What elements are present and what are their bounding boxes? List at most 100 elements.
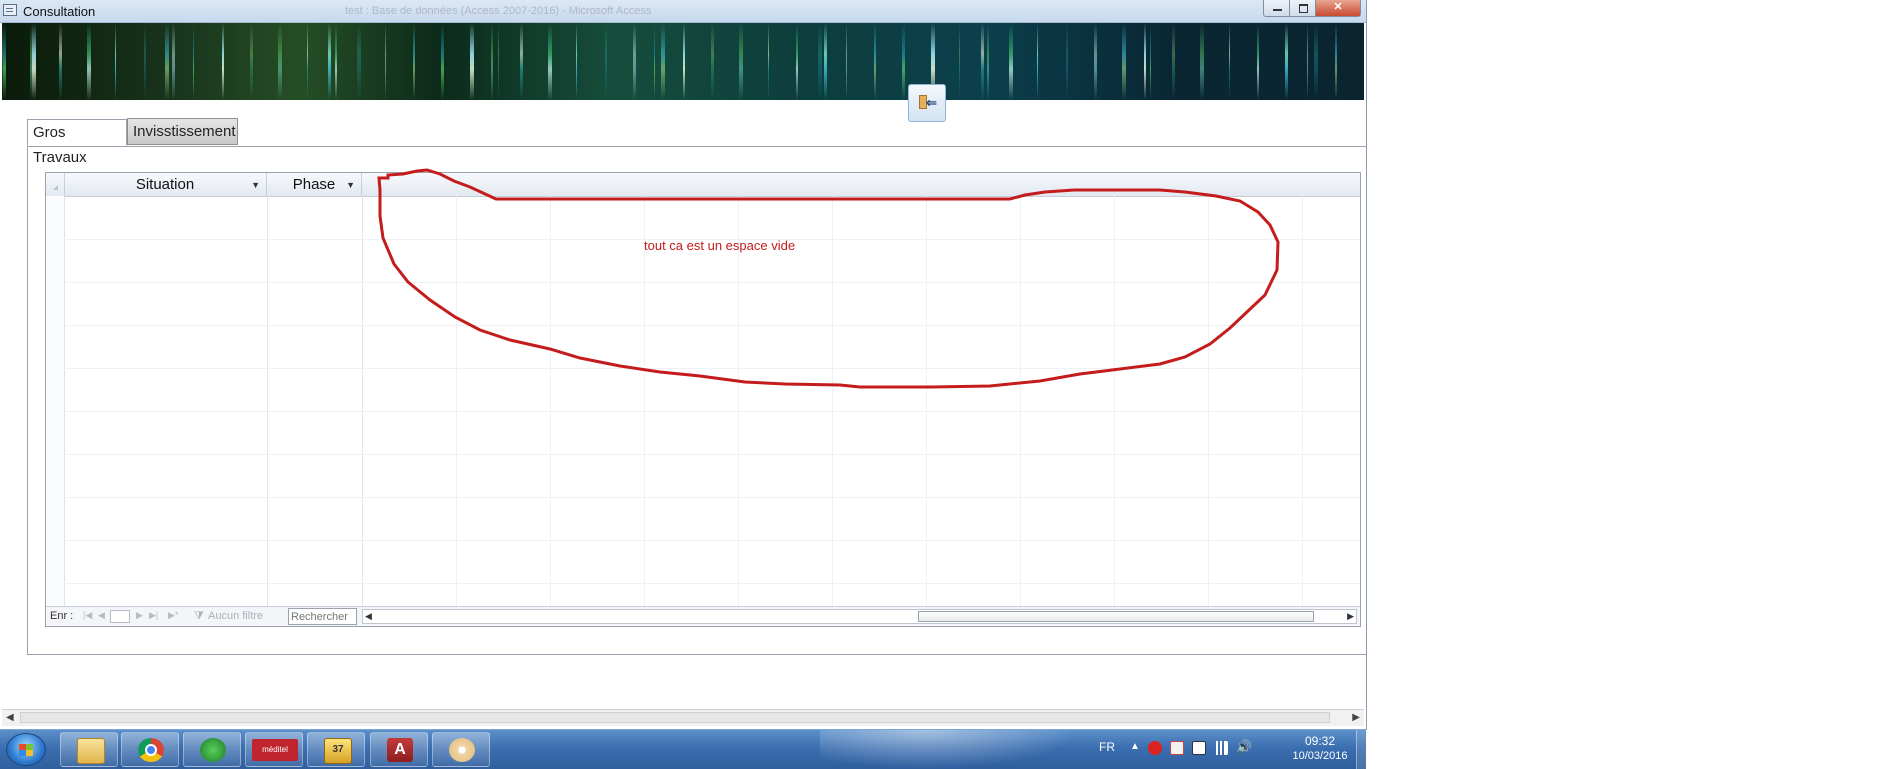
window-horizontal-scrollbar[interactable]: ◀ ▶: [2, 709, 1364, 726]
grid-column-line: [738, 196, 739, 606]
network-icon[interactable]: [1214, 741, 1228, 755]
taskbar-download-manager[interactable]: [183, 732, 241, 767]
record-selector-column[interactable]: [46, 196, 65, 606]
banner-streak: [661, 23, 666, 100]
taskbar-paint[interactable]: [432, 732, 490, 767]
banner-streak: [3, 23, 7, 100]
grid-row-line: [64, 454, 1360, 455]
banner-streak: [519, 23, 523, 100]
tab-gros-travaux[interactable]: Gros Travaux: [27, 119, 127, 166]
banner-streak: [987, 23, 990, 100]
taskbar-calendar[interactable]: 37: [307, 732, 365, 767]
column-header-phase[interactable]: Phase ▼: [267, 173, 362, 196]
current-record-field[interactable]: [110, 610, 130, 623]
minimize-button[interactable]: [1263, 0, 1290, 17]
banner-streak: [682, 23, 685, 100]
banner-streak: [115, 23, 117, 100]
last-record-icon[interactable]: ▶|: [149, 610, 158, 621]
start-button[interactable]: [6, 733, 46, 766]
banner-streak: [165, 23, 170, 100]
clock-time[interactable]: 09:32: [1290, 734, 1350, 748]
banner-streak: [1150, 23, 1152, 100]
taskbar-windows-explorer[interactable]: [60, 732, 118, 767]
grid-row-line: [64, 583, 1360, 584]
banner-streak: [469, 23, 474, 100]
window-subtitle: test : Base de données (Access 2007-2016…: [345, 5, 652, 17]
banner-streak: [959, 23, 960, 100]
scroll-right-icon[interactable]: ▶: [1352, 712, 1360, 723]
grid-column-line: [644, 196, 645, 606]
taskbar-mediatel[interactable]: méditel: [245, 732, 303, 767]
calendar-icon: 37: [324, 738, 352, 764]
column-header-situation[interactable]: Situation ▼: [64, 173, 267, 196]
banner-streak: [1313, 23, 1318, 100]
exit-button[interactable]: ⇐: [908, 84, 946, 122]
dropdown-arrow-icon[interactable]: ▼: [251, 174, 260, 197]
banner-streak: [1335, 23, 1338, 100]
banner-streak: [193, 23, 195, 100]
datasheet-body[interactable]: [46, 196, 1360, 606]
scrollbar-thumb[interactable]: [20, 712, 1330, 723]
clock-date[interactable]: 10/03/2016: [1276, 750, 1364, 762]
filter-status[interactable]: Aucun filtre: [208, 610, 263, 622]
window-title: Consultation: [23, 4, 96, 19]
banner-streak: [874, 23, 877, 100]
banner-streak: [491, 23, 494, 100]
banner-streak: [604, 23, 607, 100]
search-input[interactable]: [288, 608, 357, 625]
select-all-button[interactable]: [46, 173, 65, 196]
form-icon: [3, 4, 17, 16]
grid-column-line: [926, 196, 927, 606]
power-icon[interactable]: [1192, 741, 1206, 755]
access-window: Consultation test : Base de données (Acc…: [0, 0, 1367, 730]
banner-streak: [817, 23, 822, 100]
antivirus-icon[interactable]: [1148, 741, 1162, 755]
banner-streak: [1037, 23, 1039, 100]
globe-download-icon: [200, 738, 226, 762]
datasheet-horizontal-scrollbar[interactable]: ◀ ▶: [362, 609, 1357, 624]
scrollbar-thumb[interactable]: [918, 611, 1314, 622]
scroll-left-icon[interactable]: ◀: [365, 611, 372, 622]
next-record-icon[interactable]: ▶: [136, 610, 143, 621]
scroll-left-icon[interactable]: ◀: [6, 712, 14, 723]
header-banner: [2, 23, 1364, 100]
banner-streak: [845, 23, 847, 100]
grid-column-line: [832, 196, 833, 606]
action-center-icon[interactable]: [1170, 741, 1184, 755]
filter-icon[interactable]: ⧩: [194, 610, 204, 623]
grid-row-line: [64, 540, 1360, 541]
banner-streak: [278, 23, 283, 100]
banner-streak: [384, 23, 386, 100]
banner-streak: [980, 23, 984, 100]
new-record-icon[interactable]: ▶*: [168, 610, 178, 621]
tab-invisstissement[interactable]: Invisstissement: [127, 118, 238, 145]
annotation-text: tout ca est un espace vide: [644, 238, 796, 253]
taskbar: méditel 37 A FR ▲ 🔊 09:32 10/03/2016: [0, 729, 1367, 769]
volume-icon[interactable]: 🔊: [1236, 739, 1252, 755]
banner-streak: [221, 23, 224, 100]
previous-record-icon[interactable]: ◀: [98, 610, 105, 621]
show-hidden-icons-icon[interactable]: ▲: [1130, 741, 1140, 752]
banner-streak: [356, 23, 361, 100]
banner-streak: [58, 23, 62, 100]
mediatel-logo: méditel: [252, 739, 298, 761]
close-button[interactable]: [1315, 0, 1361, 17]
banner-streak: [1122, 23, 1127, 100]
taskbar-microsoft-access[interactable]: A: [370, 732, 428, 767]
banner-streak: [1172, 23, 1175, 100]
first-record-icon[interactable]: |◀: [83, 610, 92, 621]
dropdown-arrow-icon[interactable]: ▼: [346, 174, 355, 197]
banner-streak: [441, 23, 445, 100]
banner-streak: [711, 23, 714, 100]
chrome-icon: [138, 738, 164, 762]
banner-streak: [1306, 23, 1308, 100]
title-bar[interactable]: Consultation test : Base de données (Acc…: [0, 0, 1366, 23]
language-indicator[interactable]: FR: [1099, 740, 1115, 754]
record-navigation-bar: Enr : |◀ ◀ ▶ ▶| ▶* ⧩ Aucun filtre ◀ ▶: [46, 606, 1360, 626]
scroll-right-icon[interactable]: ▶: [1347, 611, 1354, 622]
restore-button[interactable]: [1289, 0, 1316, 17]
show-desktop-button[interactable]: [1356, 730, 1367, 769]
banner-streak: [1285, 23, 1289, 100]
banner-streak: [1256, 23, 1259, 100]
taskbar-google-chrome[interactable]: [121, 732, 179, 767]
